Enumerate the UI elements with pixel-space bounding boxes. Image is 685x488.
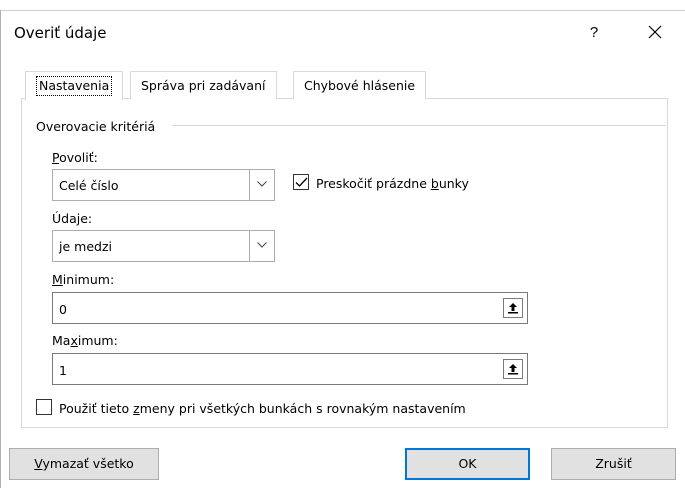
minimum-range-picker-button[interactable] xyxy=(503,298,523,318)
minimum-input-value: 0 xyxy=(59,302,67,317)
tab-input-message[interactable]: Správa pri zadávaní xyxy=(130,71,277,99)
close-icon xyxy=(648,25,662,39)
ok-button[interactable]: OK xyxy=(405,448,530,480)
ignore-blank-checkbox[interactable] xyxy=(293,174,309,190)
cancel-button[interactable]: Zrušiť xyxy=(551,448,676,480)
data-select-value: je medzi xyxy=(59,239,112,254)
dialog-title: Overiť údaje xyxy=(14,24,107,42)
tab-settings-label: Nastavenia xyxy=(36,76,113,96)
allow-select-value: Celé číslo xyxy=(59,178,119,193)
close-button[interactable] xyxy=(640,18,670,48)
collapse-dialog-icon xyxy=(508,364,518,375)
criteria-section-label: Overovacie kritériá xyxy=(36,119,156,134)
data-label: Údaje: xyxy=(52,211,93,226)
clear-all-button[interactable]: Vymazať všetko xyxy=(9,448,159,480)
maximum-range-picker-button[interactable] xyxy=(503,359,523,379)
allow-label: Povoliť: xyxy=(52,150,98,165)
criteria-section-divider xyxy=(172,125,666,126)
data-dropdown-button[interactable] xyxy=(249,231,274,261)
apply-to-all-label[interactable]: Použiť tieto zmeny pri všetkých bunkách … xyxy=(59,401,466,416)
window-edge-top xyxy=(0,10,685,11)
maximum-input-value: 1 xyxy=(59,363,67,378)
chevron-down-icon xyxy=(257,181,267,187)
maximum-input[interactable]: 1 xyxy=(52,353,528,385)
allow-dropdown-button[interactable] xyxy=(249,170,274,200)
window-edge-left xyxy=(0,10,1,488)
maximum-label: Maximum: xyxy=(52,333,118,348)
data-select[interactable]: je medzi xyxy=(52,230,275,262)
collapse-dialog-icon xyxy=(508,303,518,314)
checkmark-icon xyxy=(295,177,308,187)
tab-error-alert-label: Chybové hlásenie xyxy=(304,78,416,93)
tab-input-message-label: Správa pri zadávaní xyxy=(141,78,266,93)
apply-to-all-checkbox[interactable] xyxy=(36,399,52,415)
help-button[interactable]: ? xyxy=(580,18,608,48)
minimum-label: Minimum: xyxy=(52,272,115,287)
ignore-blank-label[interactable]: Preskočiť prázdne bunky xyxy=(316,176,469,191)
tab-error-alert[interactable]: Chybové hlásenie xyxy=(293,71,427,99)
tab-settings[interactable]: Nastavenia xyxy=(25,71,124,100)
allow-select[interactable]: Celé číslo xyxy=(52,169,275,201)
chevron-down-icon xyxy=(257,242,267,248)
minimum-input[interactable]: 0 xyxy=(52,292,528,324)
